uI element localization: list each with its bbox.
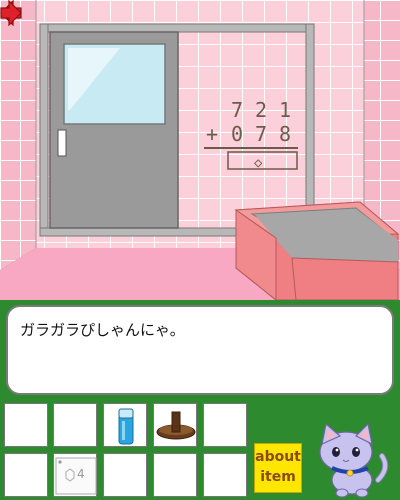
- equation-addend2-digit1: 0: [231, 122, 244, 146]
- inventory-slot-10[interactable]: [203, 453, 247, 497]
- equation-addend2-digit2: 7: [255, 122, 268, 146]
- card-number: 4: [77, 467, 85, 481]
- equation-addend1-digit2: 2: [255, 98, 268, 122]
- inventory-slot-2[interactable]: [53, 403, 97, 447]
- inventory-slot-6[interactable]: [4, 453, 48, 497]
- inventory-slot-7[interactable]: 4: [53, 453, 97, 497]
- inventory-slot-5[interactable]: [203, 403, 247, 447]
- message-text: ガラガラぴしゃんにゃ。: [20, 321, 185, 339]
- message-box[interactable]: ガラガラぴしゃんにゃ。: [6, 305, 394, 395]
- answer-diamond-icon[interactable]: ◇: [254, 153, 262, 173]
- equation-operator: +: [206, 122, 219, 146]
- inventory-slot-3[interactable]: [103, 403, 147, 447]
- bathroom-room: [0, 0, 400, 300]
- game-scene[interactable]: 7 2 1 + 0 7 8 ◇: [0, 0, 400, 300]
- door-handle: [57, 129, 67, 157]
- inventory-slot-1[interactable]: [4, 403, 48, 447]
- equation-addend1-digit1: 7: [231, 98, 244, 122]
- card-icon: [55, 457, 97, 495]
- equation-addend1-digit3: 1: [279, 98, 292, 122]
- inventory-slot-9[interactable]: [153, 453, 197, 497]
- bathtub: [234, 201, 400, 300]
- stamp-icon: [156, 411, 196, 440]
- inventory-slot-4[interactable]: [153, 403, 197, 447]
- cat-mascot-icon[interactable]: [312, 418, 390, 498]
- about-item-label: about item: [255, 449, 301, 485]
- inventory-slot-8[interactable]: [103, 453, 147, 497]
- right-arrow-icon[interactable]: [0, 0, 22, 26]
- water-bottle-icon: [118, 408, 134, 445]
- about-item-button[interactable]: about item: [254, 443, 302, 493]
- equation-addend2-digit3: 8: [279, 122, 292, 146]
